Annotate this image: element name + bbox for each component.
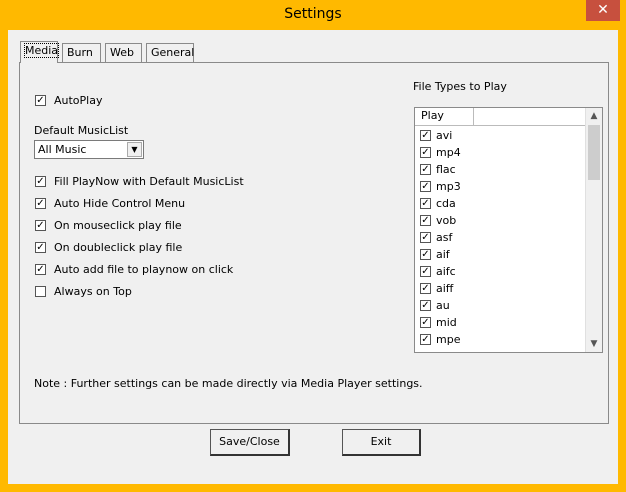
file-type-label: cda <box>436 197 456 210</box>
save-close-button[interactable]: Save/Close <box>210 429 290 456</box>
checkbox-box[interactable]: ✓ <box>35 176 46 187</box>
file-type-label: mpe <box>436 333 461 346</box>
checkbox-box[interactable]: ✓ <box>420 266 431 277</box>
exit-button[interactable]: Exit <box>342 429 421 456</box>
checkbox-box[interactable]: ✓ <box>35 220 46 231</box>
file-types-title: File Types to Play <box>413 80 507 93</box>
tab-web[interactable]: Web <box>105 43 142 62</box>
file-types-list[interactable]: Play ✓ avi ✓ mp4 ✓ flac ✓ mp3 ✓ cda ✓ vob ✓ asf ✓ aif ✓ a… <box>414 107 603 353</box>
option-label: Always on Top <box>54 285 132 298</box>
default-musiclist-label: Default MusicList <box>34 124 129 137</box>
checkbox-box[interactable]: ✓ <box>420 317 431 328</box>
client-area: Media Burn Web General ✓ AutoPlay Defaul… <box>8 30 618 484</box>
option-label: On doubleclick play file <box>54 241 183 254</box>
file-type-label: mp3 <box>436 180 461 193</box>
checkbox-box[interactable]: ✓ <box>420 215 431 226</box>
option-label: Auto add file to playnow on click <box>54 263 234 276</box>
checkbox-box[interactable]: ✓ <box>420 198 431 209</box>
tab-burn[interactable]: Burn <box>62 43 101 62</box>
chevron-down-icon[interactable]: ▼ <box>127 142 142 157</box>
scroll-up-icon[interactable]: ▲ <box>586 108 602 124</box>
checkbox-box[interactable]: ✓ <box>420 147 431 158</box>
file-type-label: mid <box>436 316 457 329</box>
file-type-label: avi <box>436 129 453 142</box>
file-type-label: mp4 <box>436 146 461 159</box>
dropdown-value: All Music <box>38 143 87 156</box>
checkbox-box[interactable]: ✓ <box>420 249 431 260</box>
list-header: Play <box>415 108 587 126</box>
column-header-play[interactable]: Play <box>415 108 474 125</box>
file-type-label: flac <box>436 163 456 176</box>
file-type-label: aif <box>436 248 450 261</box>
file-type-label: aifc <box>436 265 456 278</box>
title-bar[interactable]: Settings ✕ <box>0 0 626 30</box>
checkbox-box[interactable]: ✓ <box>35 264 46 275</box>
checkbox-box[interactable]: ✓ <box>420 181 431 192</box>
list-scrollbar[interactable]: ▲ ▼ <box>585 108 602 352</box>
checkbox-box[interactable]: ✓ <box>420 130 431 141</box>
settings-window: Settings ✕ Media Burn Web General ✓ Auto… <box>0 0 626 492</box>
checkbox-box[interactable]: ✓ <box>35 242 46 253</box>
checkbox-box[interactable]: ✓ <box>420 300 431 311</box>
checkbox-box[interactable]: ✓ <box>420 334 431 345</box>
checkbox-box[interactable]: ✓ <box>420 164 431 175</box>
option-label: Fill PlayNow with Default MusicList <box>54 175 244 188</box>
file-type-label: aiff <box>436 282 454 295</box>
file-type-label: vob <box>436 214 457 227</box>
scroll-down-icon[interactable]: ▼ <box>586 336 602 352</box>
file-type-label: au <box>436 299 450 312</box>
checkbox-box[interactable]: ✓ <box>420 283 431 294</box>
checkbox-box[interactable]: ✓ <box>35 198 46 209</box>
media-settings-panel: ✓ AutoPlay Default MusicList All Music ▼… <box>19 62 609 424</box>
tab-general[interactable]: General <box>146 43 194 62</box>
option-label: On mouseclick play file <box>54 219 182 232</box>
window-title: Settings <box>284 6 342 22</box>
autoplay-label: AutoPlay <box>54 94 103 107</box>
scroll-thumb[interactable] <box>588 125 600 180</box>
checkbox-box[interactable]: ✓ <box>35 95 46 106</box>
close-icon[interactable]: ✕ <box>586 0 620 21</box>
file-type-label: asf <box>436 231 453 244</box>
option-label: Auto Hide Control Menu <box>54 197 186 210</box>
settings-note: Note : Further settings can be made dire… <box>34 377 423 390</box>
tab-media[interactable]: Media <box>20 41 60 63</box>
checkbox-box[interactable] <box>35 286 46 297</box>
checkbox-box[interactable]: ✓ <box>420 232 431 243</box>
default-musiclist-dropdown[interactable]: All Music ▼ <box>34 140 144 159</box>
